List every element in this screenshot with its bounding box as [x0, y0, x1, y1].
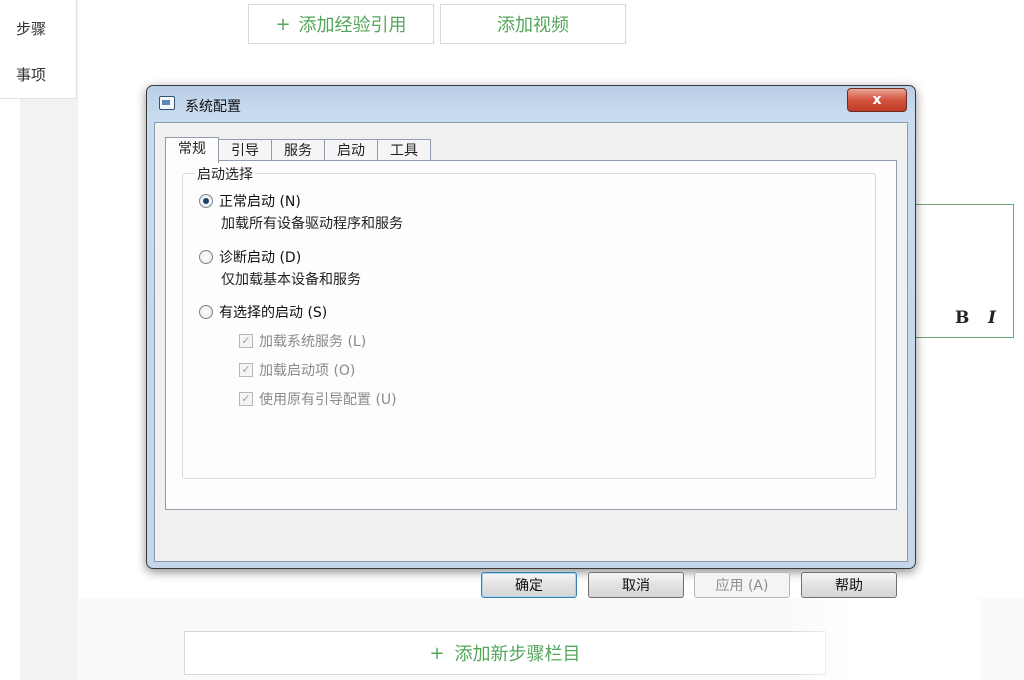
add-video-label: 添加视频	[497, 15, 569, 36]
diagnostic-startup-label[interactable]: 诊断启动 (D)	[219, 247, 301, 267]
tab-boot[interactable]: 引导	[218, 139, 272, 162]
general-tab-panel: 启动选择 正常启动 (N) 加载所有设备驱动程序和服务 诊断启动 (D) 仅加载…	[165, 160, 897, 510]
use-original-boot-config-label[interactable]: 使用原有引导配置 (U)	[259, 389, 397, 409]
tab-general[interactable]: 常规	[165, 137, 219, 163]
startup-selection-label: 启动选择	[195, 164, 255, 184]
diagnostic-startup-radio[interactable]	[199, 250, 213, 264]
load-startup-items-label[interactable]: 加载启动项 (O)	[259, 360, 355, 380]
help-button[interactable]: 帮助	[801, 572, 897, 598]
diagnostic-startup-desc: 仅加载基本设备和服务	[221, 272, 361, 288]
editor-sidebar-panel: 步骤 事项	[0, 0, 77, 99]
load-startup-items-checkbox[interactable]: ✓	[239, 363, 253, 377]
normal-startup-label[interactable]: 正常启动 (N)	[219, 191, 301, 211]
use-original-boot-config-checkbox[interactable]: ✓	[239, 392, 253, 406]
plus-icon: +	[429, 642, 445, 664]
close-button[interactable]: x	[847, 88, 907, 112]
tab-bar: 常规 引导 服务 启动 工具	[165, 137, 431, 163]
startup-selection-group: 启动选择 正常启动 (N) 加载所有设备驱动程序和服务 诊断启动 (D) 仅加载…	[182, 164, 876, 479]
load-system-services-label[interactable]: 加载系统服务 (L)	[259, 331, 366, 351]
tab-tools[interactable]: 工具	[377, 139, 431, 162]
blur-overlay	[790, 590, 980, 680]
add-reference-label: 添加经验引用	[298, 15, 407, 36]
bold-button[interactable]: B	[955, 308, 969, 328]
selective-startup-radio[interactable]	[199, 305, 213, 319]
tab-services[interactable]: 服务	[271, 139, 325, 162]
normal-startup-radio[interactable]	[199, 194, 213, 208]
tab-startup[interactable]: 启动	[324, 139, 378, 162]
cancel-button[interactable]: 取消	[588, 572, 684, 598]
ok-button[interactable]: 确定	[481, 572, 577, 598]
system-config-dialog[interactable]: 系统配置 x 常规 引导 服务 启动 工具 启动选择 正常启动 (N) 加载所有…	[146, 85, 916, 598]
plus-icon: +	[275, 13, 291, 35]
add-reference-button[interactable]: + 添加经验引用	[248, 4, 434, 44]
normal-startup-desc: 加载所有设备驱动程序和服务	[221, 216, 403, 232]
sidebar-edge	[0, 0, 20, 680]
dialog-client-area: 常规 引导 服务 启动 工具 启动选择 正常启动 (N) 加载所有设备驱动程序和…	[154, 122, 908, 562]
add-new-step-label: 添加新步骤栏目	[454, 644, 581, 665]
add-video-button[interactable]: 添加视频	[440, 4, 626, 44]
dialog-title: 系统配置	[185, 99, 241, 115]
close-icon: x	[872, 92, 882, 108]
msconfig-icon	[159, 96, 175, 110]
sidebar-item-steps[interactable]: 步骤	[16, 18, 46, 39]
load-system-services-checkbox[interactable]: ✓	[239, 334, 253, 348]
sidebar-item-notes[interactable]: 事项	[16, 64, 46, 85]
italic-button[interactable]: I	[988, 308, 996, 328]
add-new-step-button[interactable]: + 添加新步骤栏目	[184, 631, 826, 675]
dialog-titlebar[interactable]: 系统配置 x	[147, 86, 915, 122]
selective-startup-label[interactable]: 有选择的启动 (S)	[219, 302, 327, 322]
apply-button[interactable]: 应用 (A)	[694, 572, 790, 598]
